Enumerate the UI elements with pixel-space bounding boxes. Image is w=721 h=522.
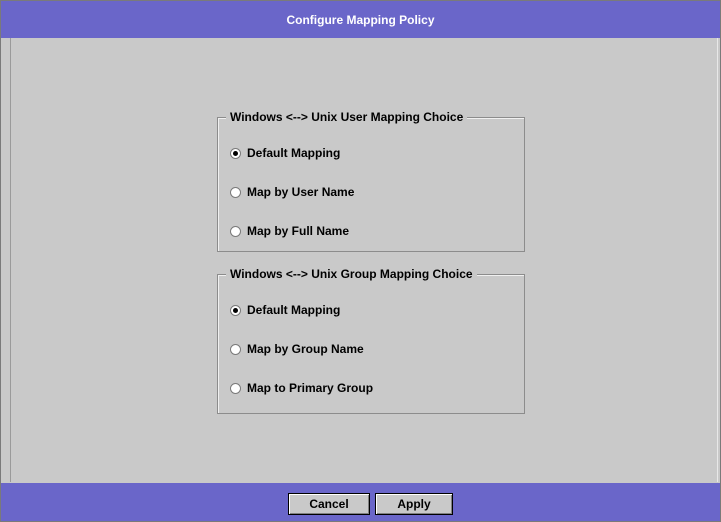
dialog-content: Windows <--> Unix User Mapping Choice De… — [10, 38, 718, 482]
group-option-label: Default Mapping — [247, 303, 341, 317]
window-title: Configure Mapping Policy — [286, 12, 435, 27]
group-option-primary-group[interactable]: Map to Primary Group — [230, 381, 373, 395]
user-mapping-legend: Windows <--> Unix User Mapping Choice — [226, 110, 468, 124]
title-bar: Configure Mapping Policy — [1, 1, 720, 38]
group-option-group-name[interactable]: Map by Group Name — [230, 342, 364, 356]
group-mapping-group: Windows <--> Unix Group Mapping Choice D… — [217, 267, 525, 414]
cancel-button[interactable]: Cancel — [288, 493, 370, 515]
user-option-full-name[interactable]: Map by Full Name — [230, 224, 349, 238]
radio-group-default[interactable] — [230, 304, 241, 316]
group-option-label: Map by Group Name — [247, 342, 364, 356]
radio-group-by-group-name[interactable] — [230, 343, 241, 355]
user-mapping-group: Windows <--> Unix User Mapping Choice De… — [217, 110, 525, 252]
apply-button[interactable]: Apply — [375, 493, 453, 515]
user-option-label: Map by User Name — [247, 185, 355, 199]
radio-group-primary[interactable] — [230, 382, 241, 394]
group-option-default[interactable]: Default Mapping — [230, 303, 340, 317]
dialog-window: Configure Mapping Policy Windows <--> Un… — [0, 0, 721, 522]
user-option-user-name[interactable]: Map by User Name — [230, 185, 354, 199]
group-mapping-legend: Windows <--> Unix Group Mapping Choice — [226, 267, 477, 281]
user-option-label: Default Mapping — [247, 146, 341, 160]
radio-user-default[interactable] — [230, 147, 241, 159]
radio-user-by-user-name[interactable] — [230, 186, 241, 198]
button-bar: Cancel Apply — [1, 483, 720, 521]
group-option-label: Map to Primary Group — [247, 381, 374, 395]
user-option-label: Map by Full Name — [247, 224, 350, 238]
user-option-default[interactable]: Default Mapping — [230, 146, 340, 160]
radio-user-by-full-name[interactable] — [230, 225, 241, 237]
